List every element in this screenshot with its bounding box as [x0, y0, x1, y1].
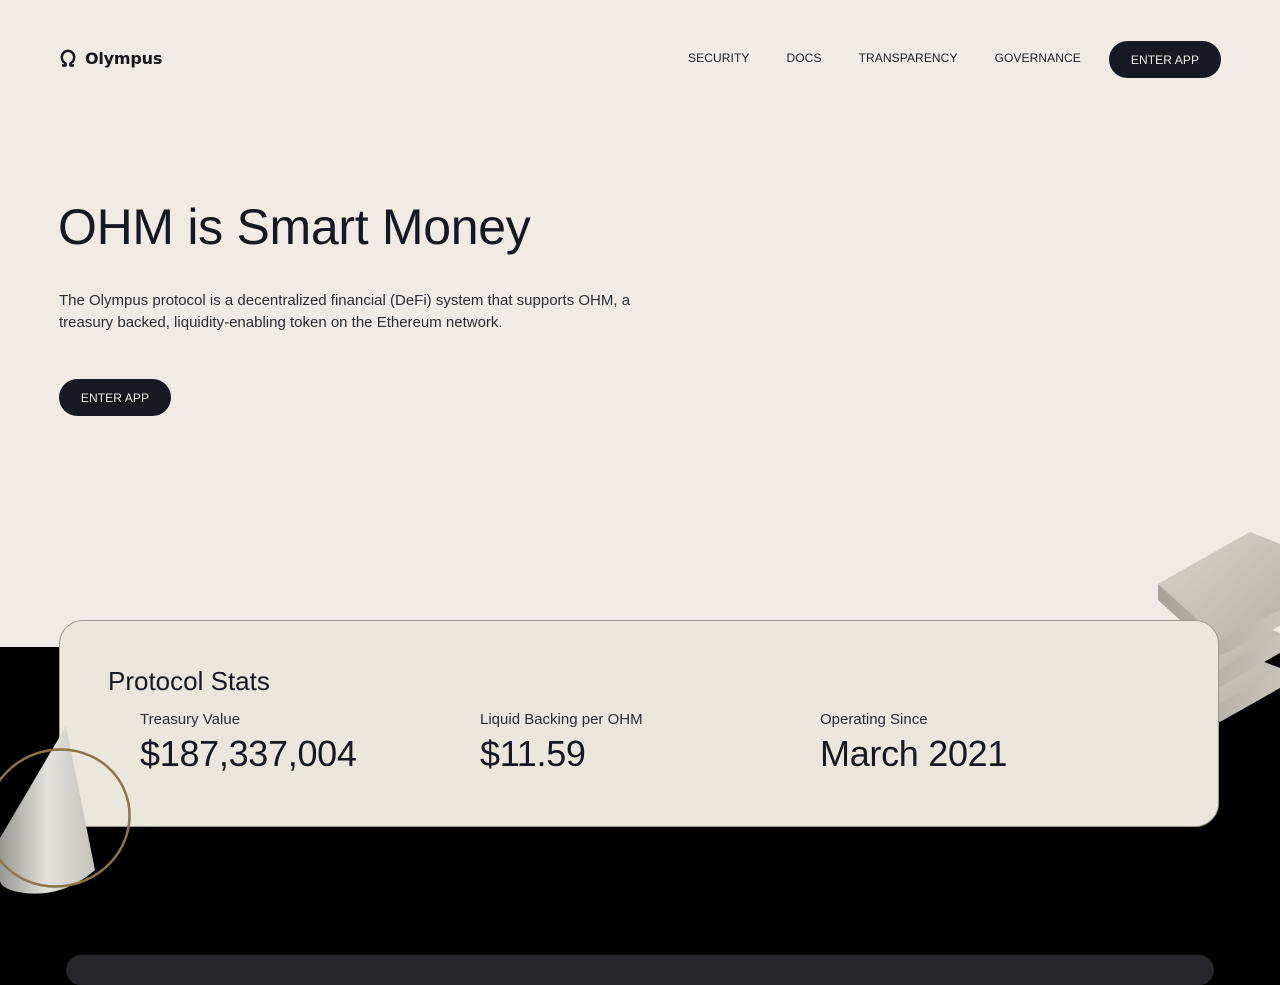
hero-description: The Olympus protocol is a decentralized …	[59, 292, 631, 331]
brand-name: Olympus	[85, 48, 163, 68]
hero-section: Olympus SECURITY DOCS TRANSPARENCY GOVER…	[0, 0, 1280, 647]
nav-transparency[interactable]: TRANSPARENCY	[859, 51, 958, 65]
nav-docs[interactable]: DOCS	[786, 51, 821, 65]
stat-label: Treasury Value	[140, 711, 241, 728]
hero-title: OHM is Smart Money	[58, 199, 531, 255]
main-nav: SECURITY DOCS TRANSPARENCY GOVERNANCE	[688, 51, 1118, 65]
nav-security[interactable]: SECURITY	[688, 51, 749, 65]
enter-app-hero-button[interactable]: ENTER APP	[59, 379, 171, 416]
stat-value: $11.59	[480, 733, 586, 774]
stat-operating-since: Operating Since March 2021	[820, 711, 1007, 775]
cone-ring-illustration	[0, 720, 140, 905]
stat-value: March 2021	[820, 733, 1008, 774]
stat-treasury-value: Treasury Value $187,337,004	[140, 711, 357, 775]
stat-label: Operating Since	[820, 711, 928, 728]
stat-value: $187,337,004	[140, 733, 357, 774]
stat-label: Liquid Backing per OHM	[480, 711, 643, 728]
nav-governance[interactable]: GOVERNANCE	[995, 51, 1081, 65]
enter-app-nav-button[interactable]: ENTER APP	[1109, 41, 1221, 78]
stats-title: Protocol Stats	[108, 666, 270, 696]
omega-icon	[58, 48, 78, 68]
protocol-stats-card: Protocol Stats Treasury Value $187,337,0…	[59, 620, 1219, 827]
brand-logo[interactable]: Olympus	[58, 48, 162, 68]
stat-liquid-backing: Liquid Backing per OHM $11.59	[480, 711, 643, 775]
